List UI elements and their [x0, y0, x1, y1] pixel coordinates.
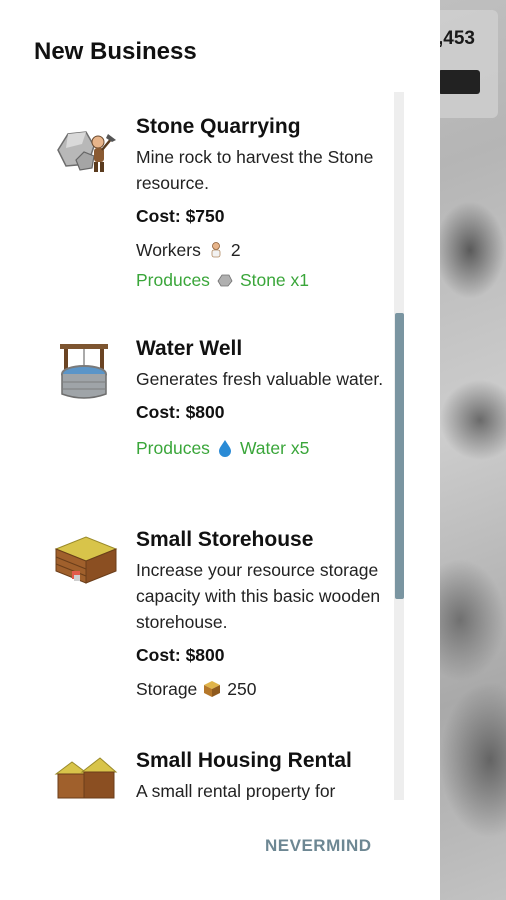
list-item-water-well[interactable]: Water Well Generates fresh valuable wate… — [0, 336, 395, 506]
nevermind-button[interactable]: NEVERMIND — [265, 836, 372, 856]
item-produces: Produces Stone x1 — [136, 268, 386, 292]
item-workers: Workers 2 — [136, 238, 386, 262]
item-details: Small Housing Rental A small rental prop… — [136, 748, 396, 800]
stone-icon — [216, 271, 234, 289]
dialog-title: New Business — [34, 38, 197, 65]
list-item-small-housing-rental[interactable]: Small Housing Rental A small rental prop… — [0, 748, 395, 800]
item-details: Stone Quarrying Mine rock to harvest the… — [136, 114, 386, 292]
stat-value: 250 — [227, 679, 257, 699]
produces-label: Produces — [136, 438, 210, 458]
item-name: Small Storehouse — [136, 528, 314, 551]
water-drop-icon — [216, 439, 234, 457]
crate-icon — [203, 680, 221, 698]
item-description: Mine rock to harvest the Stone resource. — [136, 147, 374, 193]
storehouse-icon — [54, 531, 118, 591]
stat-label: Storage — [136, 679, 198, 699]
housing-rental-icon — [54, 754, 118, 800]
list-item-stone-quarrying[interactable]: Stone Quarrying Mine rock to harvest the… — [0, 114, 395, 324]
scrollbar-thumb[interactable] — [395, 313, 404, 599]
item-description: Generates fresh valuable water. — [136, 369, 384, 389]
item-description: A small rental property for — [136, 781, 336, 800]
item-name: Water Well — [136, 337, 243, 360]
item-details: Small Storehouse Increase your resource … — [136, 527, 386, 701]
item-description: Increase your resource storage capacity … — [136, 560, 381, 632]
item-cost: Cost: $750 — [136, 206, 225, 226]
worker-icon — [207, 241, 225, 259]
item-details: Water Well Generates fresh valuable wate… — [136, 336, 386, 460]
item-produces: Produces Water x5 — [136, 436, 386, 460]
produces-value: Stone x1 — [239, 270, 310, 290]
item-cost: Cost: $800 — [136, 645, 225, 665]
water-well-icon — [54, 340, 118, 400]
money-counter: ,453 — [438, 28, 475, 49]
item-cost: Cost: $800 — [136, 402, 225, 422]
produces-label: Produces — [136, 270, 210, 290]
business-list[interactable]: Stone Quarrying Mine rock to harvest the… — [0, 92, 405, 800]
item-storage: Storage 250 — [136, 677, 386, 701]
item-name: Small Housing Rental — [136, 749, 352, 772]
stone-quarry-icon — [54, 120, 118, 180]
item-name: Stone Quarrying — [136, 115, 301, 138]
hud-bar — [438, 70, 480, 94]
stat-label: Workers — [136, 240, 201, 260]
produces-value: Water x5 — [239, 438, 310, 458]
list-item-small-storehouse[interactable]: Small Storehouse Increase your resource … — [0, 527, 395, 717]
new-business-dialog: New Business Stone Quarrying Mine rock t… — [0, 0, 440, 900]
stat-value: 2 — [230, 240, 241, 260]
